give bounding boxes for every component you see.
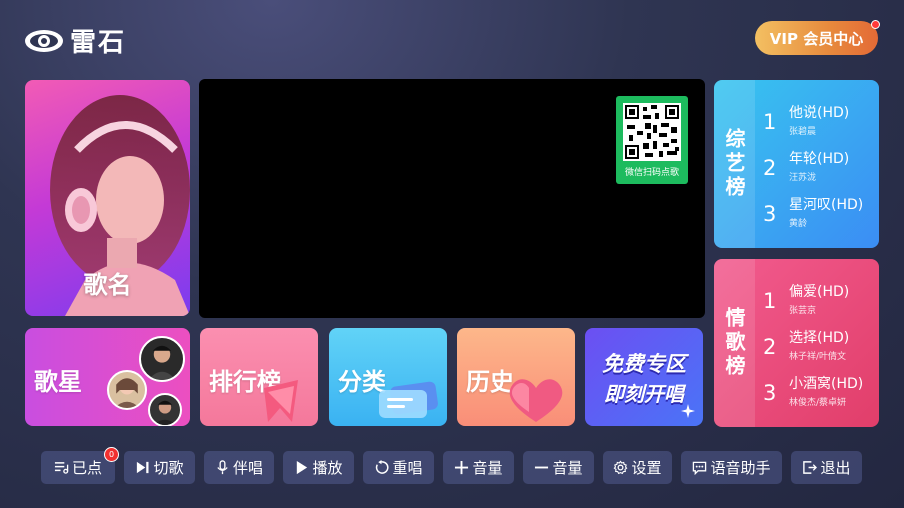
wechat-qr-panel[interactable]: 微信扫码点歌 bbox=[616, 96, 688, 184]
chart-artist: 林子祥/叶倩文 bbox=[789, 352, 847, 362]
replay-button[interactable]: 重唱 bbox=[363, 451, 434, 484]
qr-caption: 微信扫码点歌 bbox=[624, 168, 679, 178]
variety-chart-panel[interactable]: 综艺榜 1 他说(HD) 张碧晨 2 年轮(HD) 汪苏泷 3 星河叹(HD) … bbox=[714, 80, 879, 248]
category-tile[interactable]: 分类 bbox=[329, 328, 447, 426]
brand-logo: 雷石 bbox=[24, 22, 126, 59]
chart-song: 星河叹(HD) bbox=[789, 197, 864, 213]
settings-label: 设置 bbox=[631, 459, 662, 477]
volume-down-label: 音量 bbox=[552, 459, 583, 477]
skip-song-button[interactable]: 切歌 bbox=[124, 451, 195, 484]
chart-row[interactable]: 2 年轮(HD) 汪苏泷 bbox=[755, 146, 879, 192]
microphone-icon bbox=[217, 460, 228, 475]
play-button[interactable]: 播放 bbox=[283, 451, 354, 484]
chart-song: 他说(HD) bbox=[789, 105, 850, 121]
chart-artist: 张芸京 bbox=[789, 306, 817, 316]
replay-label: 重唱 bbox=[392, 459, 423, 477]
video-player[interactable]: 微信扫码点歌 bbox=[199, 79, 705, 318]
exit-label: 退出 bbox=[820, 459, 851, 477]
chart-rank: 2 bbox=[763, 335, 777, 359]
chart-rank: 1 bbox=[763, 110, 777, 134]
chart-song: 选择(HD) bbox=[789, 330, 850, 346]
chart-row[interactable]: 1 他说(HD) 张碧晨 bbox=[755, 100, 879, 146]
plus-icon bbox=[455, 460, 469, 475]
minus-icon bbox=[535, 466, 549, 469]
vip-center-button[interactable]: VIP 会员中心 bbox=[755, 20, 880, 55]
ordered-songs-label: 已点 bbox=[71, 459, 102, 477]
exit-icon bbox=[803, 461, 818, 474]
chart-row[interactable]: 3 小酒窝(HD) 林俊杰/蔡卓妍 bbox=[755, 371, 879, 417]
free-zone-subtitle: 即刻开唱 bbox=[604, 382, 684, 406]
chart-title: 综艺榜 bbox=[722, 128, 746, 200]
replay-icon bbox=[376, 460, 390, 474]
chart-artist: 张碧晨 bbox=[789, 127, 817, 137]
chart-rank: 2 bbox=[763, 156, 777, 180]
ranking-tile[interactable]: 排行榜 bbox=[200, 328, 318, 426]
chart-artist: 黄龄 bbox=[789, 219, 808, 229]
skip-next-icon bbox=[137, 461, 149, 474]
voice-assistant-button[interactable]: 语音助手 bbox=[681, 451, 782, 484]
chart-row[interactable]: 3 星河叹(HD) 黄龄 bbox=[755, 192, 879, 238]
gear-icon bbox=[614, 460, 628, 475]
chart-row[interactable]: 2 选择(HD) 林子祥/叶倩文 bbox=[755, 325, 879, 371]
chat-bubble-icon bbox=[693, 461, 707, 475]
play-label: 播放 bbox=[312, 459, 343, 477]
voice-assistant-label: 语音助手 bbox=[710, 459, 771, 477]
singers-label: 歌星 bbox=[34, 368, 82, 396]
song-name-card[interactable]: 歌名 bbox=[25, 80, 190, 316]
free-zone-title: 免费专区 bbox=[602, 352, 686, 376]
accompaniment-label: 伴唱 bbox=[232, 459, 263, 477]
chart-title: 情歌榜 bbox=[722, 307, 746, 379]
chart-rank: 3 bbox=[763, 381, 777, 405]
ordered-songs-button[interactable]: 已点 0 bbox=[41, 447, 119, 484]
chart-title-strip: 情歌榜 bbox=[714, 259, 755, 427]
chart-rank: 1 bbox=[763, 289, 777, 313]
chart-song: 偏爱(HD) bbox=[789, 284, 850, 300]
chart-row[interactable]: 1 偏爱(HD) 张芸京 bbox=[755, 279, 879, 325]
qr-code-icon bbox=[623, 103, 681, 161]
eye-logo-icon bbox=[25, 29, 63, 52]
song-name-label: 歌名 bbox=[83, 271, 132, 299]
chart-artist: 汪苏泷 bbox=[789, 173, 817, 183]
singer-avatar bbox=[139, 336, 185, 382]
volume-up-button[interactable]: 音量 bbox=[443, 451, 514, 484]
singers-tile[interactable]: 歌星 bbox=[25, 328, 190, 426]
chart-rank: 3 bbox=[763, 202, 777, 226]
free-zone-tile[interactable]: 免费专区 即刻开唱 bbox=[585, 328, 703, 426]
skip-song-label: 切歌 bbox=[153, 459, 184, 477]
chart-title-strip: 综艺榜 bbox=[714, 80, 755, 248]
love-song-chart-panel[interactable]: 情歌榜 1 偏爱(HD) 张芸京 2 选择(HD) 林子祥/叶倩文 3 小酒窝(… bbox=[714, 259, 879, 427]
ordered-count-badge: 0 bbox=[104, 447, 119, 462]
singer-avatar bbox=[107, 370, 147, 410]
bottom-toolbar: 已点 0 切歌 伴唱 播放 重唱 音量 音量 设置 语音助手 退出 bbox=[41, 447, 862, 484]
volume-down-button[interactable]: 音量 bbox=[523, 451, 594, 484]
chart-artist: 林俊杰/蔡卓妍 bbox=[789, 398, 847, 408]
category-cards-icon bbox=[379, 381, 438, 418]
heart-icon bbox=[509, 379, 563, 422]
volume-up-label: 音量 bbox=[472, 459, 503, 477]
vip-center-label: VIP 会员中心 bbox=[769, 29, 864, 48]
history-tile[interactable]: 历史 bbox=[457, 328, 575, 426]
chart-song: 小酒窝(HD) bbox=[789, 376, 864, 392]
play-icon bbox=[297, 460, 308, 475]
chart-song: 年轮(HD) bbox=[789, 151, 850, 167]
sparkle-icon bbox=[681, 404, 695, 418]
brand-name: 雷石 bbox=[70, 28, 127, 58]
accompaniment-button[interactable]: 伴唱 bbox=[204, 451, 274, 484]
exit-button[interactable]: 退出 bbox=[791, 451, 862, 484]
playlist-icon bbox=[54, 462, 69, 474]
settings-button[interactable]: 设置 bbox=[603, 451, 672, 484]
ranking-flag-icon bbox=[264, 380, 298, 422]
singer-avatar bbox=[148, 393, 182, 426]
notification-dot bbox=[871, 20, 880, 29]
